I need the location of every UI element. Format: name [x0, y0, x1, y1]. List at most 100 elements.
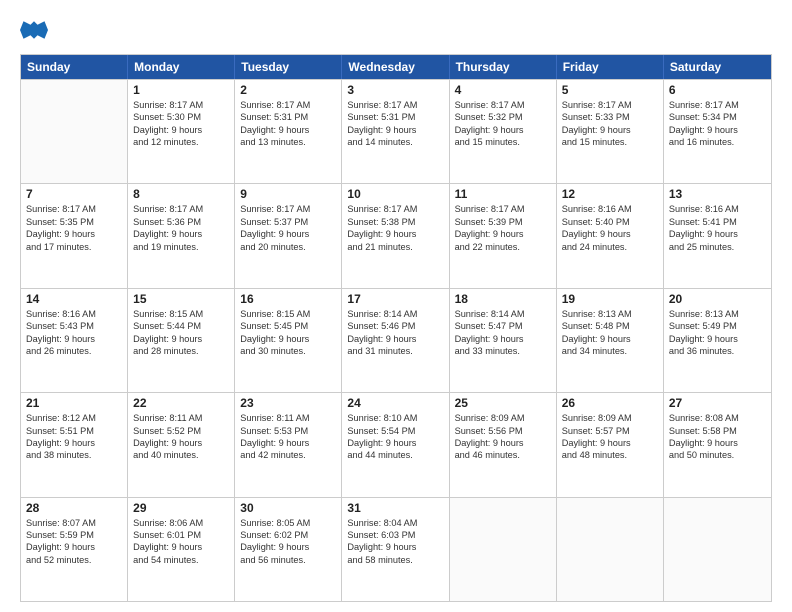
day-number: 17 — [347, 292, 443, 306]
cell-info-line: Sunrise: 8:11 AM — [240, 412, 336, 424]
day-number: 14 — [26, 292, 122, 306]
day-number: 29 — [133, 501, 229, 515]
cell-info-line: and 33 minutes. — [455, 345, 551, 357]
cell-info-line: and 46 minutes. — [455, 449, 551, 461]
cal-cell: 5Sunrise: 8:17 AMSunset: 5:33 PMDaylight… — [557, 80, 664, 183]
cell-info-line: and 25 minutes. — [669, 241, 766, 253]
day-number: 15 — [133, 292, 229, 306]
cell-info-line: Daylight: 9 hours — [562, 437, 658, 449]
cal-week-1: 1Sunrise: 8:17 AMSunset: 5:30 PMDaylight… — [21, 79, 771, 183]
cell-info-line: and 17 minutes. — [26, 241, 122, 253]
day-number: 20 — [669, 292, 766, 306]
logo — [20, 16, 52, 44]
cell-info-line: Sunrise: 8:05 AM — [240, 517, 336, 529]
cell-info-line: Sunset: 5:54 PM — [347, 425, 443, 437]
cell-info-line: Sunrise: 8:17 AM — [133, 203, 229, 215]
cell-info-line: Daylight: 9 hours — [347, 541, 443, 553]
cell-info-line: Daylight: 9 hours — [26, 333, 122, 345]
cal-cell: 14Sunrise: 8:16 AMSunset: 5:43 PMDayligh… — [21, 289, 128, 392]
cell-info-line: and 19 minutes. — [133, 241, 229, 253]
day-number: 16 — [240, 292, 336, 306]
cal-cell: 28Sunrise: 8:07 AMSunset: 5:59 PMDayligh… — [21, 498, 128, 601]
cell-info-line: Sunrise: 8:17 AM — [133, 99, 229, 111]
cell-info-line: Sunset: 5:32 PM — [455, 111, 551, 123]
cell-info-line: Daylight: 9 hours — [240, 124, 336, 136]
cell-info-line: Sunrise: 8:17 AM — [455, 99, 551, 111]
cal-cell: 24Sunrise: 8:10 AMSunset: 5:54 PMDayligh… — [342, 393, 449, 496]
cell-info-line: Sunrise: 8:15 AM — [240, 308, 336, 320]
cell-info-line: and 38 minutes. — [26, 449, 122, 461]
cell-info-line: Daylight: 9 hours — [562, 333, 658, 345]
cal-cell: 18Sunrise: 8:14 AMSunset: 5:47 PMDayligh… — [450, 289, 557, 392]
cell-info-line: Sunrise: 8:17 AM — [240, 99, 336, 111]
day-number: 1 — [133, 83, 229, 97]
cell-info-line: Sunrise: 8:08 AM — [669, 412, 766, 424]
cell-info-line: Daylight: 9 hours — [669, 333, 766, 345]
cell-info-line: Sunrise: 8:09 AM — [562, 412, 658, 424]
cal-cell: 1Sunrise: 8:17 AMSunset: 5:30 PMDaylight… — [128, 80, 235, 183]
cell-info-line: Daylight: 9 hours — [133, 124, 229, 136]
cell-info-line: Sunset: 5:36 PM — [133, 216, 229, 228]
day-number: 3 — [347, 83, 443, 97]
cell-info-line: and 58 minutes. — [347, 554, 443, 566]
page: SundayMondayTuesdayWednesdayThursdayFrid… — [0, 0, 792, 612]
cell-info-line: Sunset: 5:44 PM — [133, 320, 229, 332]
cell-info-line: Sunset: 5:53 PM — [240, 425, 336, 437]
cell-info-line: Sunrise: 8:17 AM — [347, 99, 443, 111]
cell-info-line: Daylight: 9 hours — [347, 228, 443, 240]
cell-info-line: Daylight: 9 hours — [133, 437, 229, 449]
cell-info-line: Sunset: 5:37 PM — [240, 216, 336, 228]
cell-info-line: Sunrise: 8:09 AM — [455, 412, 551, 424]
cell-info-line: and 13 minutes. — [240, 136, 336, 148]
day-number: 21 — [26, 396, 122, 410]
cell-info-line: Sunrise: 8:10 AM — [347, 412, 443, 424]
day-number: 13 — [669, 187, 766, 201]
cal-cell: 29Sunrise: 8:06 AMSunset: 6:01 PMDayligh… — [128, 498, 235, 601]
cell-info-line: Sunset: 5:34 PM — [669, 111, 766, 123]
cell-info-line: Sunset: 5:51 PM — [26, 425, 122, 437]
cell-info-line: and 54 minutes. — [133, 554, 229, 566]
cell-info-line: Daylight: 9 hours — [347, 124, 443, 136]
cell-info-line: Daylight: 9 hours — [347, 333, 443, 345]
cell-info-line: Sunset: 5:52 PM — [133, 425, 229, 437]
cell-info-line: Sunrise: 8:13 AM — [669, 308, 766, 320]
cal-cell: 23Sunrise: 8:11 AMSunset: 5:53 PMDayligh… — [235, 393, 342, 496]
cell-info-line: Sunset: 5:41 PM — [669, 216, 766, 228]
cell-info-line: Daylight: 9 hours — [26, 228, 122, 240]
cell-info-line: Daylight: 9 hours — [240, 228, 336, 240]
cell-info-line: and 21 minutes. — [347, 241, 443, 253]
cal-header-friday: Friday — [557, 55, 664, 79]
cell-info-line: Sunrise: 8:16 AM — [669, 203, 766, 215]
cell-info-line: Sunset: 5:40 PM — [562, 216, 658, 228]
cell-info-line: and 12 minutes. — [133, 136, 229, 148]
cell-info-line: and 20 minutes. — [240, 241, 336, 253]
cell-info-line: Sunrise: 8:12 AM — [26, 412, 122, 424]
day-number: 11 — [455, 187, 551, 201]
cell-info-line: Sunset: 5:57 PM — [562, 425, 658, 437]
cal-cell: 22Sunrise: 8:11 AMSunset: 5:52 PMDayligh… — [128, 393, 235, 496]
day-number: 30 — [240, 501, 336, 515]
cell-info-line: Sunset: 5:59 PM — [26, 529, 122, 541]
cal-header-tuesday: Tuesday — [235, 55, 342, 79]
cell-info-line: Sunset: 5:33 PM — [562, 111, 658, 123]
cal-header-sunday: Sunday — [21, 55, 128, 79]
day-number: 22 — [133, 396, 229, 410]
cell-info-line: Sunrise: 8:07 AM — [26, 517, 122, 529]
day-number: 8 — [133, 187, 229, 201]
cell-info-line: Sunrise: 8:14 AM — [455, 308, 551, 320]
cal-header-thursday: Thursday — [450, 55, 557, 79]
cal-cell: 10Sunrise: 8:17 AMSunset: 5:38 PMDayligh… — [342, 184, 449, 287]
cell-info-line: Sunrise: 8:04 AM — [347, 517, 443, 529]
cell-info-line: Daylight: 9 hours — [562, 228, 658, 240]
cell-info-line: Daylight: 9 hours — [562, 124, 658, 136]
cal-cell: 31Sunrise: 8:04 AMSunset: 6:03 PMDayligh… — [342, 498, 449, 601]
cell-info-line: Sunset: 5:35 PM — [26, 216, 122, 228]
cell-info-line: and 31 minutes. — [347, 345, 443, 357]
cal-cell: 12Sunrise: 8:16 AMSunset: 5:40 PMDayligh… — [557, 184, 664, 287]
cell-info-line: Daylight: 9 hours — [455, 228, 551, 240]
cell-info-line: Sunset: 5:38 PM — [347, 216, 443, 228]
cal-cell: 4Sunrise: 8:17 AMSunset: 5:32 PMDaylight… — [450, 80, 557, 183]
cal-cell: 20Sunrise: 8:13 AMSunset: 5:49 PMDayligh… — [664, 289, 771, 392]
cell-info-line: Sunset: 5:46 PM — [347, 320, 443, 332]
cal-cell: 11Sunrise: 8:17 AMSunset: 5:39 PMDayligh… — [450, 184, 557, 287]
